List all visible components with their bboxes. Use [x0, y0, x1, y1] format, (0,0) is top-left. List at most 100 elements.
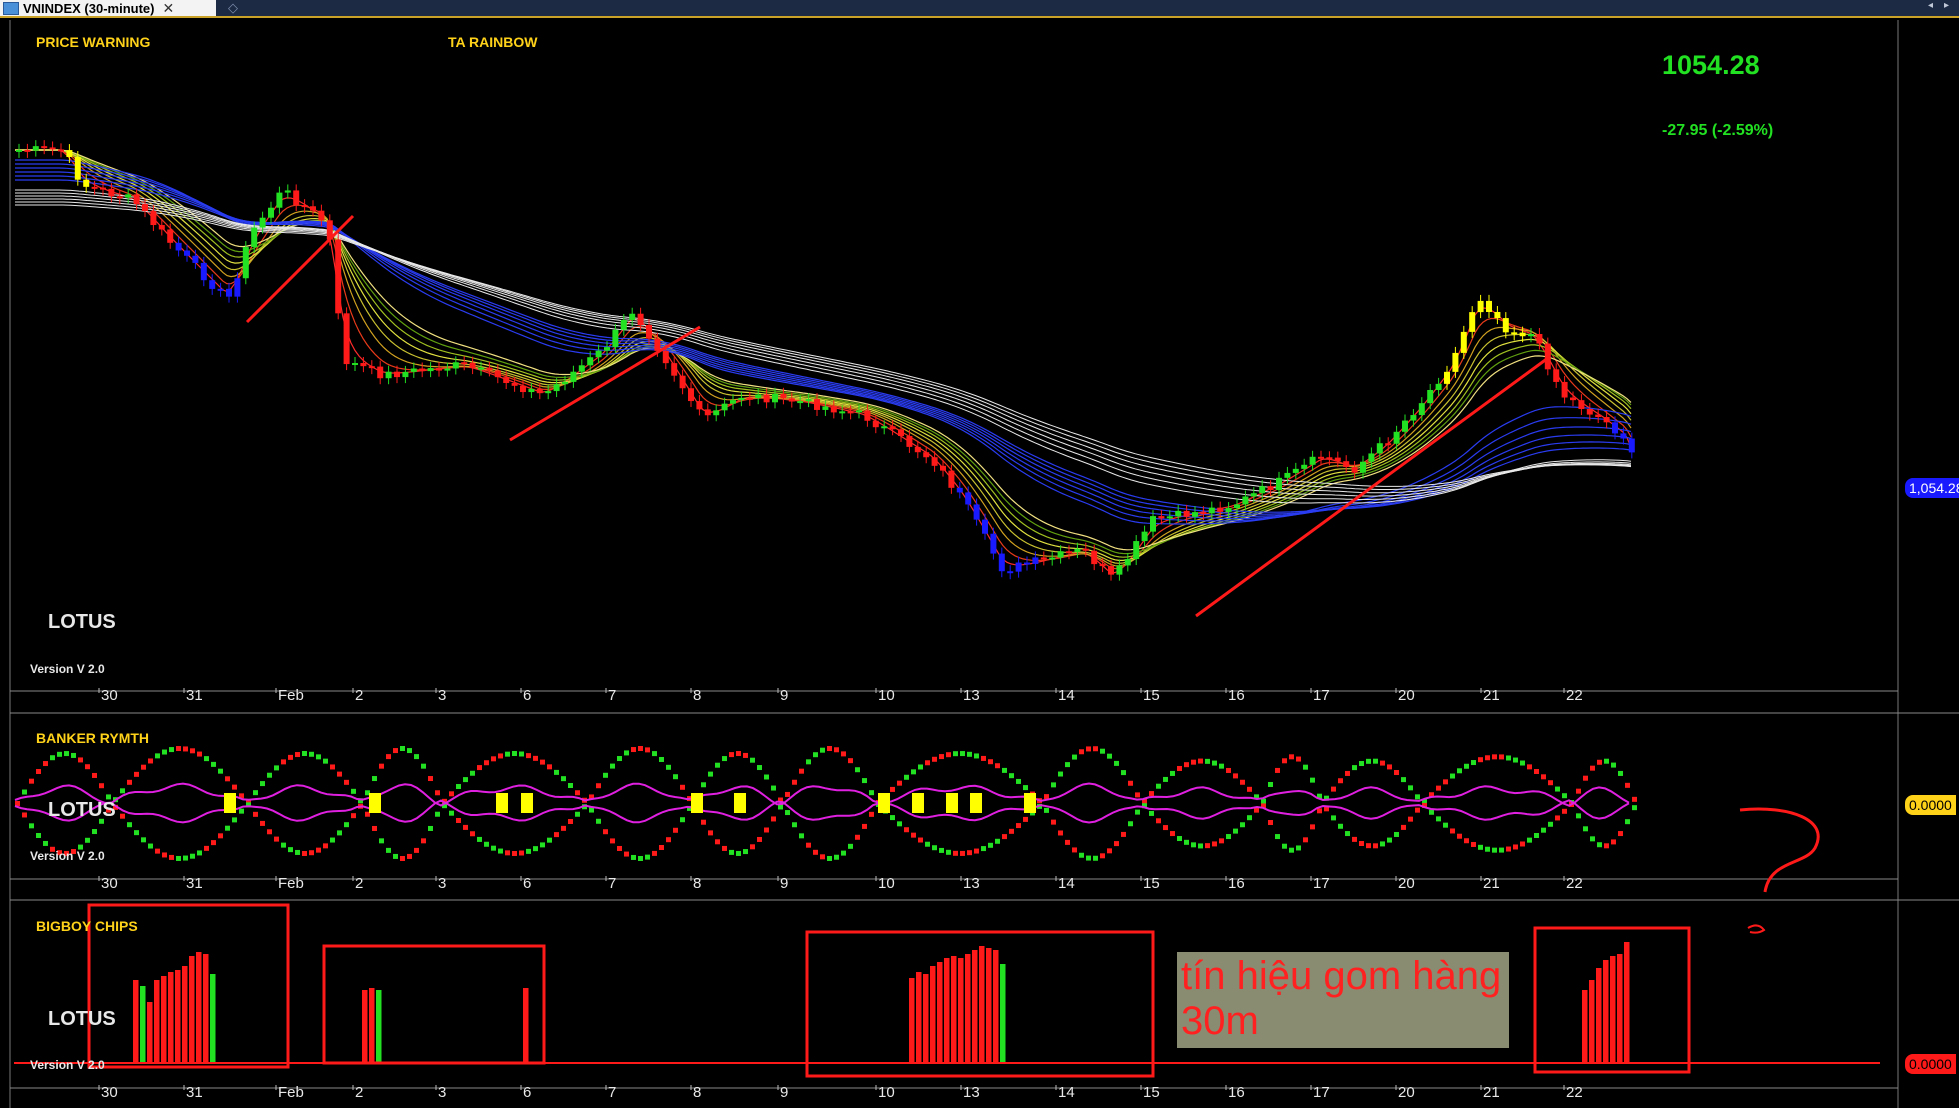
banker-dot-upper	[1380, 760, 1385, 766]
candle-body	[1376, 443, 1383, 454]
banker-dot-upper	[302, 751, 307, 757]
banker-dot-lower	[561, 825, 566, 831]
banker-dot-lower	[1093, 855, 1098, 861]
candle-body	[620, 319, 627, 330]
banker-dot-lower	[813, 849, 818, 855]
candle-body	[1108, 565, 1114, 575]
pin-icon[interactable]: ◇	[228, 0, 238, 16]
banker-dot-lower	[603, 829, 608, 835]
candle-body	[1259, 486, 1266, 494]
chip-bar	[210, 974, 216, 1062]
candle-body	[1225, 508, 1232, 512]
candle-body	[1528, 334, 1534, 337]
banker-dot-upper	[85, 764, 90, 770]
candle-body	[1192, 512, 1198, 517]
banker-dot-upper	[953, 751, 958, 757]
candle-body	[1150, 516, 1156, 532]
banker-dot-upper	[596, 783, 601, 789]
banker-dot-lower	[1352, 836, 1357, 842]
banker-dot-upper	[911, 769, 916, 775]
axis-label-9: 9	[780, 687, 788, 704]
banker-dot-upper	[624, 750, 629, 756]
candle-body	[713, 410, 720, 416]
yellow-signal-marker	[878, 793, 890, 813]
banker-dot-upper	[1128, 780, 1133, 786]
axis-label-22: 22	[1566, 875, 1583, 892]
banker-dot-upper	[344, 779, 349, 785]
banker-dot-lower	[162, 852, 167, 858]
banker-dot-upper	[22, 789, 27, 795]
candle-body	[982, 519, 988, 534]
candle-body	[1561, 381, 1568, 398]
banker-dot-upper	[736, 751, 741, 757]
banker-dot-upper	[148, 758, 153, 764]
banker-dot-lower	[652, 850, 657, 856]
candle-body	[158, 225, 165, 230]
candle-body	[788, 398, 795, 402]
banker-dot-lower	[1485, 846, 1490, 852]
banker-dot-upper	[561, 776, 566, 782]
chip-bar	[951, 956, 957, 1062]
banker-dot-upper	[1436, 785, 1441, 791]
axis-label-9: 9	[780, 1084, 788, 1101]
banker-dot-upper	[743, 752, 748, 758]
banker-dot-lower	[211, 840, 216, 846]
candle-body	[1578, 400, 1585, 410]
candle-body	[1200, 512, 1207, 515]
candle-body	[965, 492, 972, 505]
banker-dot-upper	[1415, 794, 1420, 800]
chip-bar	[923, 974, 929, 1062]
banker-dot-lower	[554, 832, 559, 838]
tab-vnindex[interactable]: VNINDEX (30-minute) ✕	[0, 0, 216, 16]
banker-dot-upper	[974, 753, 979, 759]
banker-dot-lower	[680, 817, 685, 823]
banker-dot-lower	[281, 842, 286, 848]
banker-dot-upper	[1450, 773, 1455, 779]
chart-canvas[interactable]: 30 31 Feb 2 3 6 7 8 9 10 13 14 15 16 17 20 21 22 30 31 Feb 2 3…	[0, 18, 1959, 1108]
axis-label-22: 22	[1566, 687, 1583, 704]
axis-label-21: 21	[1483, 1084, 1500, 1101]
axis-label-31: 31	[186, 687, 203, 704]
banker-dot-upper	[1212, 760, 1217, 766]
candle-body	[234, 278, 241, 297]
banker-dot-lower	[519, 850, 524, 856]
banker-dot-upper	[750, 757, 755, 763]
banker-dot-upper	[1534, 768, 1539, 774]
watermark-lotus-1: LOTUS	[48, 611, 116, 633]
banker-dot-upper	[1338, 778, 1343, 784]
axis-label-Feb: Feb	[278, 1084, 304, 1101]
banker-dot-lower	[1464, 838, 1469, 844]
banker-dot-lower	[1065, 839, 1070, 845]
banker-dot-upper	[841, 751, 846, 757]
banker-dot-upper	[680, 784, 685, 790]
candle-body	[1318, 456, 1324, 459]
banker-dot-lower	[967, 850, 972, 856]
banker-dot-lower	[428, 825, 433, 831]
candle-body	[948, 470, 955, 488]
nav-left-icon[interactable]: ◂	[1928, 0, 1933, 11]
banker-dot-upper	[967, 751, 972, 757]
banker-dot-upper	[1457, 768, 1462, 774]
banker-dot-upper	[491, 756, 496, 762]
close-icon[interactable]: ✕	[162, 0, 174, 17]
banker-dot-lower	[232, 817, 237, 823]
candle-body	[1418, 403, 1425, 416]
banker-dot-upper	[645, 747, 650, 753]
banker-dot-lower	[743, 849, 748, 855]
banker-dot-lower	[183, 855, 188, 861]
candle-body	[1502, 318, 1509, 333]
banker-dot-lower	[1170, 831, 1175, 837]
banker-dot-upper	[554, 769, 559, 775]
candle-body	[1066, 551, 1072, 554]
banker-dot-lower	[1310, 824, 1315, 830]
nav-right-icon[interactable]: ▸	[1944, 0, 1949, 11]
candle-body	[1393, 431, 1400, 444]
candle-body	[1536, 334, 1543, 344]
candle-body	[562, 381, 568, 385]
chip-bar	[154, 980, 160, 1062]
candle-body	[1553, 369, 1560, 382]
candle-body	[1519, 332, 1526, 337]
banker-dot-lower	[344, 822, 349, 828]
banker-dot-lower	[526, 848, 531, 854]
annotation-note: tín hiệu gom hàng 30m	[1177, 952, 1509, 1048]
